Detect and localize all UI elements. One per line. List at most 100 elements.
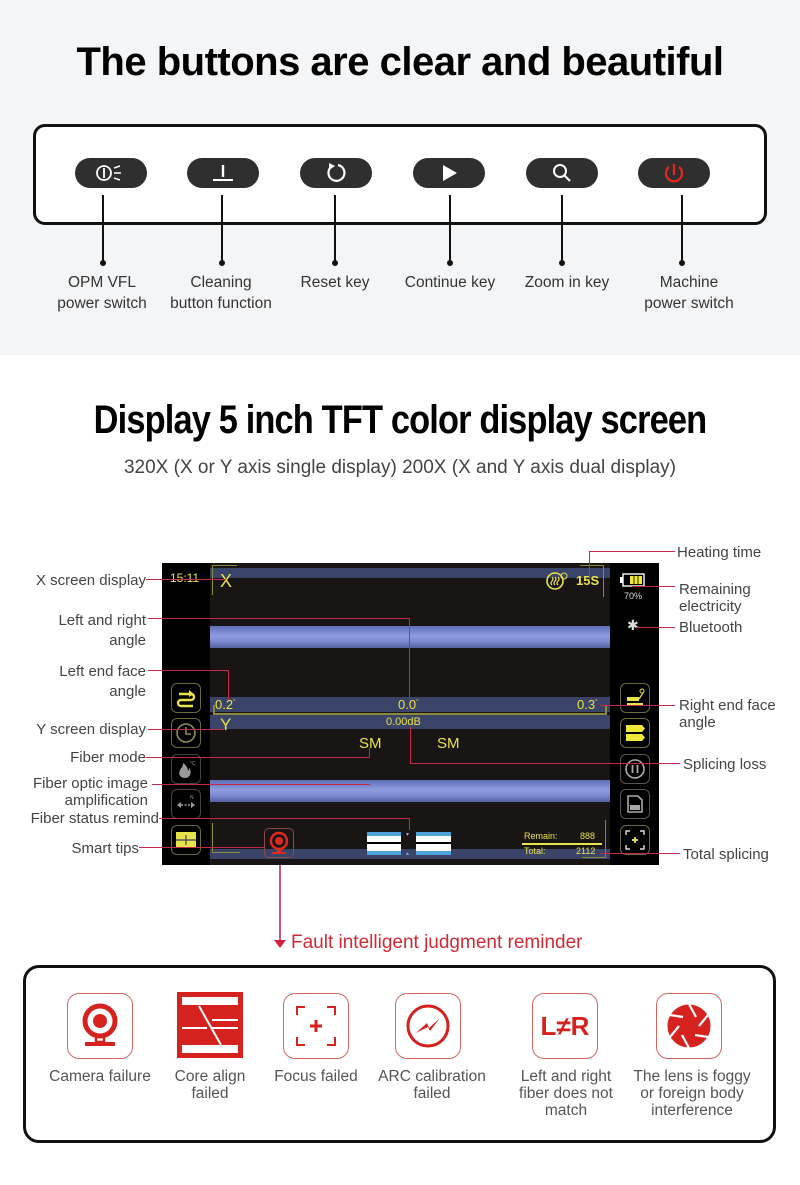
fiber-mode-left: SM [359,735,382,752]
label-line: Continue key [404,274,496,291]
fault-label-line: failed [413,1085,451,1102]
callout-line [148,618,410,620]
continue-button[interactable] [413,158,485,188]
buttons-title: The buttons are clear and beautiful [76,40,724,84]
camera-tip-button[interactable] [264,828,294,858]
machine-power-button[interactable] [638,158,710,188]
heater-temp-button[interactable]: °C [171,754,201,784]
right-angle-value: 0.3 [577,697,596,712]
lens-aperture-icon [666,1003,712,1049]
display-subtitle: 320X (X or Y axis single display) 200X (… [123,457,677,478]
callout-line-text: angle [109,683,146,700]
fault-label-line: Left and right [520,1068,612,1085]
label-line: Cleaning [190,274,252,291]
arc-icon [406,1004,450,1048]
callout-line [139,847,264,849]
heating-bracket [580,565,604,597]
callout-line [369,748,371,758]
play-icon [443,165,457,181]
label-line: power switch [644,295,734,312]
fault-label-line: or foreign body [640,1085,744,1102]
callout-lr-angle: Left and right angle [0,611,146,651]
key-label-power: Machine power switch [624,272,754,314]
callout-line [146,757,370,759]
opm-vfl-button[interactable] [75,158,147,188]
pause-button[interactable] [620,754,650,784]
fault-arrow-head [274,940,286,948]
pause-icon [625,759,645,779]
callout-y-screen: Y screen display [36,721,146,738]
zoom-in-button[interactable] [526,158,598,188]
fault-label-lr-mismatch: Left and right fiber does not match [496,1068,636,1119]
motor-arrows-icon: N [177,795,195,808]
motor-button[interactable]: N [171,789,201,819]
save-button[interactable] [620,789,650,819]
opm-vfl-icon [96,165,121,181]
fiber-type-button[interactable] [620,718,650,748]
callout-line-text: amplification [64,792,148,809]
reset-icon [327,163,346,182]
cleaning-icon [213,165,233,181]
swap-icon [176,690,196,708]
callout-line-text: Left end face [59,663,146,680]
callout-heating-time: Heating time [677,544,762,561]
fault-label-line: fiber does not [519,1085,613,1102]
fault-label-line: interference [651,1102,733,1119]
total-label: Total: [524,846,546,856]
cleaning-button[interactable] [187,158,259,188]
label-line: button function [170,295,272,312]
center-angle-value: 0.0 [398,697,417,712]
label-line: OPM VFL [67,274,137,291]
clock: 15:11 [170,571,200,585]
callout-line [681,195,683,263]
display-title: Display 5 inch TFT color display screen [93,398,707,442]
y-bracket [212,823,240,853]
left-angle-value: 0.2 [215,697,234,712]
callout-fiber-amp: Fiber optic image amplification [0,775,148,809]
key-label-zoom: Zoom in key [502,272,632,293]
left-toolbar: 15:11 °C N [162,563,210,865]
callout-line [228,670,230,700]
callout-line-text: Left and right [58,612,146,629]
callout-line [409,818,411,830]
callout-line [589,551,591,581]
fault-arrow-line [279,865,281,940]
svg-text:°C: °C [190,761,196,767]
callout-line [600,705,675,707]
callout-line-text: electricity [679,598,742,615]
focus-button[interactable] [620,825,650,855]
l-not-equal-r-icon: L≠R [540,1010,590,1041]
callout-fiber-mode: Fiber mode [70,749,146,766]
right-end-angle-button[interactable] [620,683,650,713]
heater-icon [546,571,568,596]
fault-label-line: match [544,1102,588,1119]
splice-loss-value: 0.00dB [386,716,421,728]
callout-line [410,763,680,765]
callout-dot [100,260,106,266]
callout-line [449,195,451,263]
reset-button[interactable] [300,158,372,188]
right-fiber-status [416,832,451,856]
callout-x-screen: X screen display [35,572,146,589]
label-line: Zoom in key [524,274,610,291]
label-line: Reset key [300,274,370,291]
clock-icon [176,723,196,743]
callout-line [409,618,411,700]
callout-line [410,727,412,764]
callout-dot [679,260,685,266]
smart-tips-button[interactable] [171,825,201,855]
camera-icon [269,831,289,854]
right-end-angle: 0.3° [577,697,597,712]
callout-line-text: angle [109,632,146,649]
right-toolbar: 70% ✱ [610,563,659,865]
swap-button[interactable] [171,683,201,713]
callout-line [221,195,223,263]
degree-mark: ° [233,699,236,706]
callout-smart-tips: Smart tips [71,840,139,857]
callout-line [636,627,675,629]
label-line: power switch [57,295,147,312]
callout-line [152,784,370,786]
callout-line [600,853,680,855]
timer-button[interactable] [171,718,201,748]
callout-dot [219,260,225,266]
